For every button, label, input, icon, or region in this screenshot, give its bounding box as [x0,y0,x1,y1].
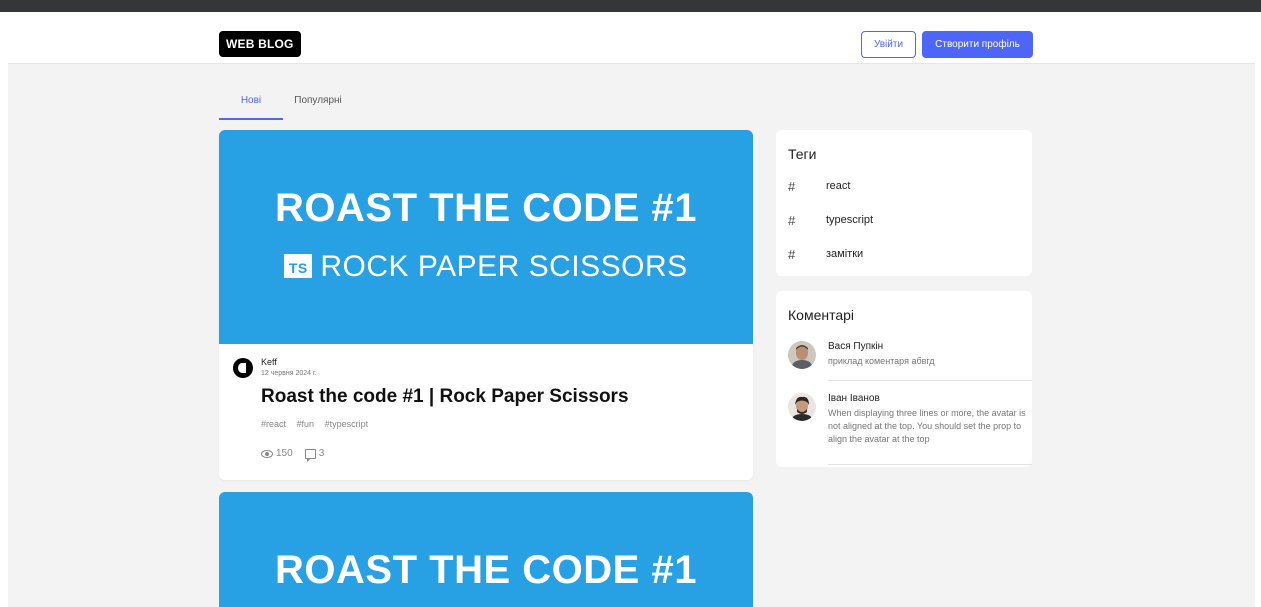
window-frame-right [1255,12,1261,607]
cover-title: ROAST THE CODE #1 [275,548,697,592]
views-count: 150 [276,448,293,459]
create-profile-button[interactable]: Створити профіль [922,31,1033,58]
post-tags: #react #fun #typescript [261,419,376,429]
post-tag[interactable]: #react [261,419,286,429]
avatar[interactable] [788,393,816,421]
post-tag[interactable]: #typescript [325,419,369,429]
sidebar-tag-notes[interactable]: # замітки [788,244,863,264]
post-tag[interactable]: #fun [297,419,315,429]
window-frame-left [0,12,8,607]
tags-panel: Теги # react # typescript # замітки [776,130,1032,276]
author-avatar[interactable] [233,358,253,378]
comment-text: приклад коментаря абвгд [828,356,935,366]
login-button[interactable]: Увійти [861,31,916,58]
site-logo[interactable]: WEB BLOG [219,31,301,57]
hash-icon: # [788,178,796,194]
cover-subtitle-text: ROCK PAPER SCISSORS [320,250,688,283]
tag-label: замітки [826,248,864,260]
divider [828,380,1032,381]
hash-icon: # [788,212,796,228]
post-card-cover-2[interactable]: ROAST THE CODE #1 [219,492,753,607]
post-date: 12 червня 2024 г. [261,370,317,377]
typescript-logo-icon: TS [284,254,313,279]
tab-new[interactable]: Нові [219,90,283,120]
browser-chrome [0,0,1261,12]
sidebar-tag-typescript[interactable]: # typescript [788,210,873,230]
comment-author[interactable]: Вася Пупкін [828,341,883,352]
tab-popular[interactable]: Популярні [287,90,349,120]
person-avatar-icon [788,393,816,421]
comment-text: When displaying three lines or more, the… [828,408,1026,444]
tag-label: typescript [826,214,874,226]
comments-heading: Коментарі [788,307,855,323]
divider [828,464,1032,465]
comment-icon[interactable] [304,448,316,462]
comments-count[interactable]: 3 [319,448,325,459]
person-avatar-icon [788,341,816,369]
post-card[interactable]: ROAST THE CODE #1 TS ROCK PAPER SCISSORS … [219,130,753,480]
post-title[interactable]: Roast the code #1 | Rock Paper Scissors [261,386,629,408]
eye-icon [261,449,273,458]
sidebar-tag-react[interactable]: # react [788,176,850,196]
comment-item[interactable]: Вася Пупкін приклад коментаря абвгд [788,341,1028,381]
cover-title: ROAST THE CODE #1 [275,186,697,230]
cover-subtitle: TS ROCK PAPER SCISSORS [219,250,753,284]
post-cover-image[interactable]: ROAST THE CODE #1 TS ROCK PAPER SCISSORS [219,130,753,344]
app-viewport: WEB BLOG Увійти Створити профіль Нові По… [8,12,1255,607]
author-name[interactable]: Keff [261,357,277,367]
comments-panel: Коментарі Вася Пупкін приклад коментаря … [776,291,1032,467]
post-stats: 150 3 [261,448,325,462]
comment-author[interactable]: Іван Іванов [828,393,880,404]
tag-label: react [826,180,851,192]
comment-item[interactable]: Іван Іванов When displaying three lines … [788,393,1028,455]
tags-heading: Теги [788,146,817,162]
hash-icon: # [788,246,796,262]
site-header: WEB BLOG Увійти Створити профіль [8,12,1255,64]
avatar[interactable] [788,341,816,369]
